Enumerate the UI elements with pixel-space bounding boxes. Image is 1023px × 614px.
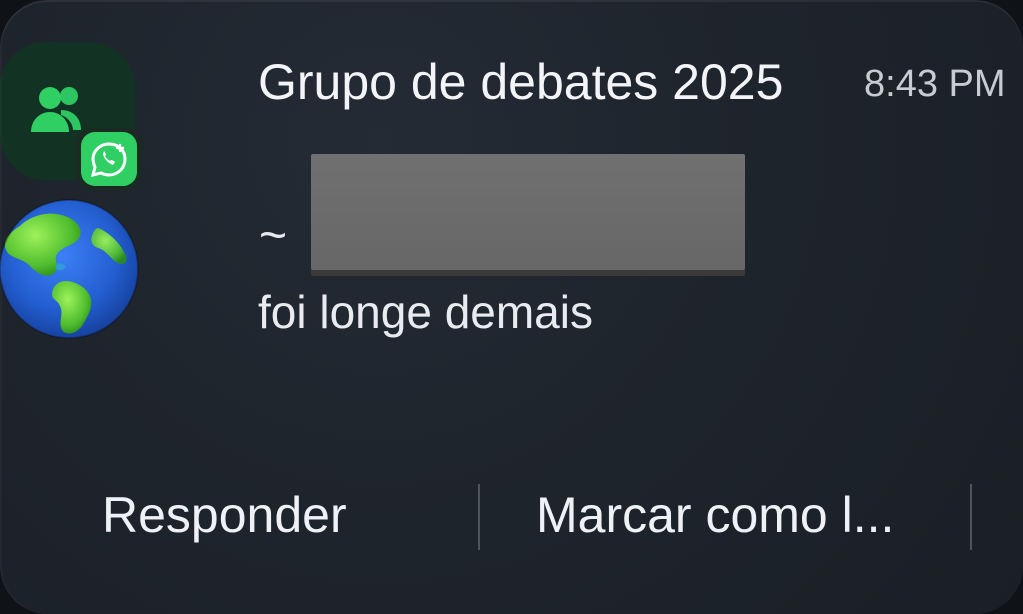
reply-button[interactable]: Responder — [102, 482, 347, 548]
notification-time: 8:43 PM — [864, 63, 1006, 105]
whatsapp-badge — [76, 128, 142, 190]
whatsapp-icon — [90, 142, 127, 178]
mark-as-read-button[interactable]: Marcar como l... — [536, 482, 894, 548]
action-divider — [478, 484, 480, 550]
globe-icon — [0, 199, 139, 339]
action-divider — [970, 484, 972, 550]
notification-title: Grupo de debates 2025 — [258, 54, 784, 110]
notification-card[interactable]: Grupo de debates 2025 8:43 PM ~ foi long… — [0, 0, 1023, 614]
redacted-sender-name — [311, 154, 745, 270]
sender-prefix: ~ — [259, 209, 288, 262]
notification-message: foi longe demais — [258, 286, 593, 338]
